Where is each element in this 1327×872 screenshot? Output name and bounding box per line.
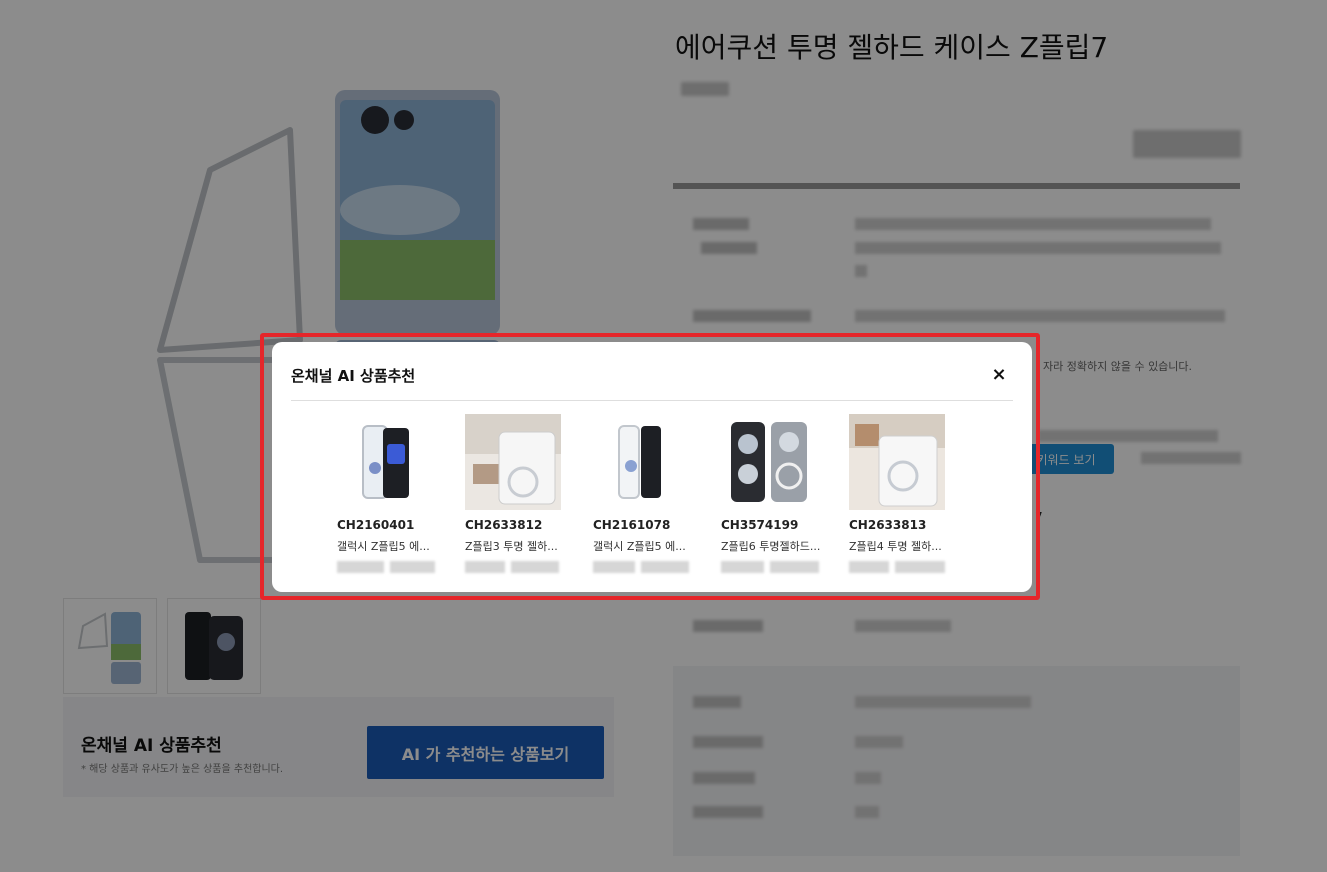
recommendation-list: CH2160401 갤럭시 Z플립5 에... CH2633812 Z플립3 투… xyxy=(337,414,947,573)
product-name: 갤럭시 Z플립5 에... xyxy=(593,540,686,553)
modal-divider xyxy=(291,400,1013,401)
product-code: CH2633812 xyxy=(465,518,543,532)
product-name: 갤럭시 Z플립5 에... xyxy=(337,540,430,553)
price-blurred xyxy=(849,561,947,573)
product-code: CH2160401 xyxy=(337,518,415,532)
product-thumbnail xyxy=(721,414,817,510)
product-thumbnail xyxy=(337,414,433,510)
product-name: Z플립3 투명 젤하... xyxy=(465,540,558,553)
product-code: CH3574199 xyxy=(721,518,799,532)
close-icon[interactable]: × xyxy=(988,364,1010,386)
product-name: Z플립4 투명 젤하... xyxy=(849,540,942,553)
recommendation-item[interactable]: CH2160401 갤럭시 Z플립5 에... xyxy=(337,414,435,573)
price-blurred xyxy=(721,561,819,573)
modal-title: 온채널 AI 상품추천 xyxy=(291,367,416,385)
product-code: CH2161078 xyxy=(593,518,671,532)
price-blurred xyxy=(465,561,563,573)
product-thumbnail xyxy=(465,414,561,510)
recommendation-item[interactable]: CH2633813 Z플립4 투명 젤하... xyxy=(849,414,947,573)
product-code: CH2633813 xyxy=(849,518,927,532)
ai-recommend-modal: 온채널 AI 상품추천 × CH2160401 갤럭시 Z플립5 에... CH… xyxy=(272,342,1032,592)
recommendation-item[interactable]: CH2633812 Z플립3 투명 젤하... xyxy=(465,414,563,573)
product-thumbnail xyxy=(593,414,689,510)
product-thumbnail xyxy=(849,414,945,510)
price-blurred xyxy=(337,561,435,573)
price-blurred xyxy=(593,561,691,573)
recommendation-item[interactable]: CH3574199 Z플립6 투명젤하드... xyxy=(721,414,821,573)
recommendation-item[interactable]: CH2161078 갤럭시 Z플립5 에... xyxy=(593,414,691,573)
product-name: Z플립6 투명젤하드... xyxy=(721,540,821,553)
